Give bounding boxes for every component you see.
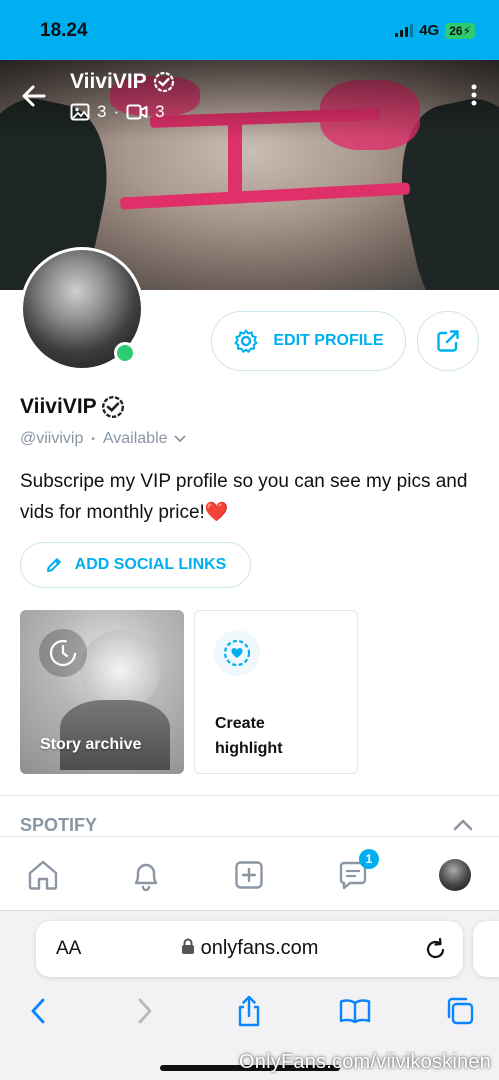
video-icon — [126, 104, 148, 120]
status-bar: 18.24 4G 26⚡ — [0, 0, 499, 60]
create-highlight-card[interactable]: Create highlight — [194, 610, 358, 774]
online-status-dot — [114, 342, 136, 364]
messages-badge: 1 — [359, 849, 379, 869]
stats-separator: · — [113, 102, 120, 121]
nav-notifications[interactable] — [128, 857, 164, 893]
gear-icon — [234, 329, 258, 353]
cover-title: ViiviVIP — [70, 70, 175, 94]
nav-new-post[interactable] — [231, 857, 267, 893]
browser-tabs-button[interactable] — [442, 993, 478, 1029]
handle-separator: • — [91, 433, 95, 445]
add-social-links-button[interactable]: ADD SOCIAL LINKS — [20, 542, 251, 588]
nav-home[interactable] — [25, 857, 61, 893]
create-highlight-label: Create highlight — [215, 711, 283, 761]
history-icon — [39, 629, 87, 677]
home-icon — [28, 860, 58, 890]
story-archive-card[interactable]: Story archive — [20, 610, 184, 774]
edit-profile-label: EDIT PROFILE — [273, 332, 384, 349]
availability-dropdown[interactable]: Available — [103, 430, 186, 448]
cover-name: ViiviVIP — [70, 70, 147, 93]
bell-icon — [134, 863, 158, 892]
cover-stats: 3 · 3 — [70, 102, 165, 122]
verified-icon — [101, 395, 124, 419]
book-icon — [339, 999, 371, 1024]
signal-icon — [395, 24, 414, 37]
status-indicators: 4G 26⚡ — [395, 22, 475, 39]
more-options-icon[interactable] — [471, 84, 477, 106]
videos-count: 3 — [155, 102, 165, 121]
nav-messages[interactable]: 1 — [335, 849, 379, 893]
edit-profile-button[interactable]: EDIT PROFILE — [211, 311, 406, 371]
url-display[interactable]: onlyfans.com — [36, 937, 463, 960]
profile-name-text: ViiviVIP — [20, 395, 97, 418]
bottom-nav: 1 — [0, 836, 499, 910]
next-tab-preview[interactable] — [473, 921, 499, 977]
create-highlight-line2: highlight — [215, 740, 283, 757]
share-button[interactable] — [417, 311, 479, 371]
add-social-links-label: ADD SOCIAL LINKS — [74, 556, 227, 573]
create-highlight-line1: Create — [215, 715, 265, 732]
profile-avatar-icon — [439, 859, 471, 891]
story-archive-label: Story archive — [40, 736, 142, 753]
chevron-down-icon — [174, 435, 185, 443]
profile-bio: Subscripe my VIP profile so you can see … — [20, 471, 468, 523]
availability-label: Available — [102, 430, 168, 447]
image-icon — [70, 103, 90, 121]
battery-level: 26 — [449, 23, 463, 38]
address-bar[interactable]: AA onlyfans.com — [36, 921, 463, 977]
url-text: onlyfans.com — [200, 937, 319, 959]
profile-name: ViiviVIP — [20, 395, 125, 419]
lock-icon — [181, 938, 194, 954]
spotify-section-title[interactable]: SPOTIFY — [20, 815, 97, 836]
share-icon — [238, 995, 260, 1027]
network-label: 4G — [419, 22, 440, 39]
handle: @viivivip — [20, 430, 84, 447]
heart-plus-icon — [214, 630, 260, 676]
nav-profile[interactable] — [437, 857, 473, 893]
tabs-icon — [447, 997, 474, 1025]
pencil-icon — [46, 558, 61, 572]
browser-forward-button[interactable] — [127, 993, 163, 1029]
share-icon — [437, 330, 459, 352]
section-divider — [0, 795, 499, 796]
battery-icon: 26⚡ — [445, 22, 475, 39]
chevron-left-icon — [31, 998, 45, 1024]
browser-bookmarks-button[interactable] — [337, 993, 373, 1029]
back-arrow-icon[interactable] — [20, 82, 48, 110]
verified-icon — [153, 71, 174, 93]
reload-icon[interactable] — [425, 937, 447, 961]
watermark: OnlyFans.com/viivikoskinen — [239, 1051, 491, 1073]
browser-chrome: AA onlyfans.com OnlyFans.com/viivikoskin… — [0, 910, 499, 1080]
chevron-up-icon[interactable] — [453, 818, 473, 832]
browser-back-button[interactable] — [20, 993, 56, 1029]
chevron-right-icon — [138, 998, 152, 1024]
handle-row: @viivivip • Available — [20, 430, 186, 448]
add-post-icon — [235, 861, 263, 889]
photos-count: 3 — [97, 102, 107, 121]
status-time: 18.24 — [40, 20, 88, 41]
browser-share-button[interactable] — [231, 993, 267, 1029]
